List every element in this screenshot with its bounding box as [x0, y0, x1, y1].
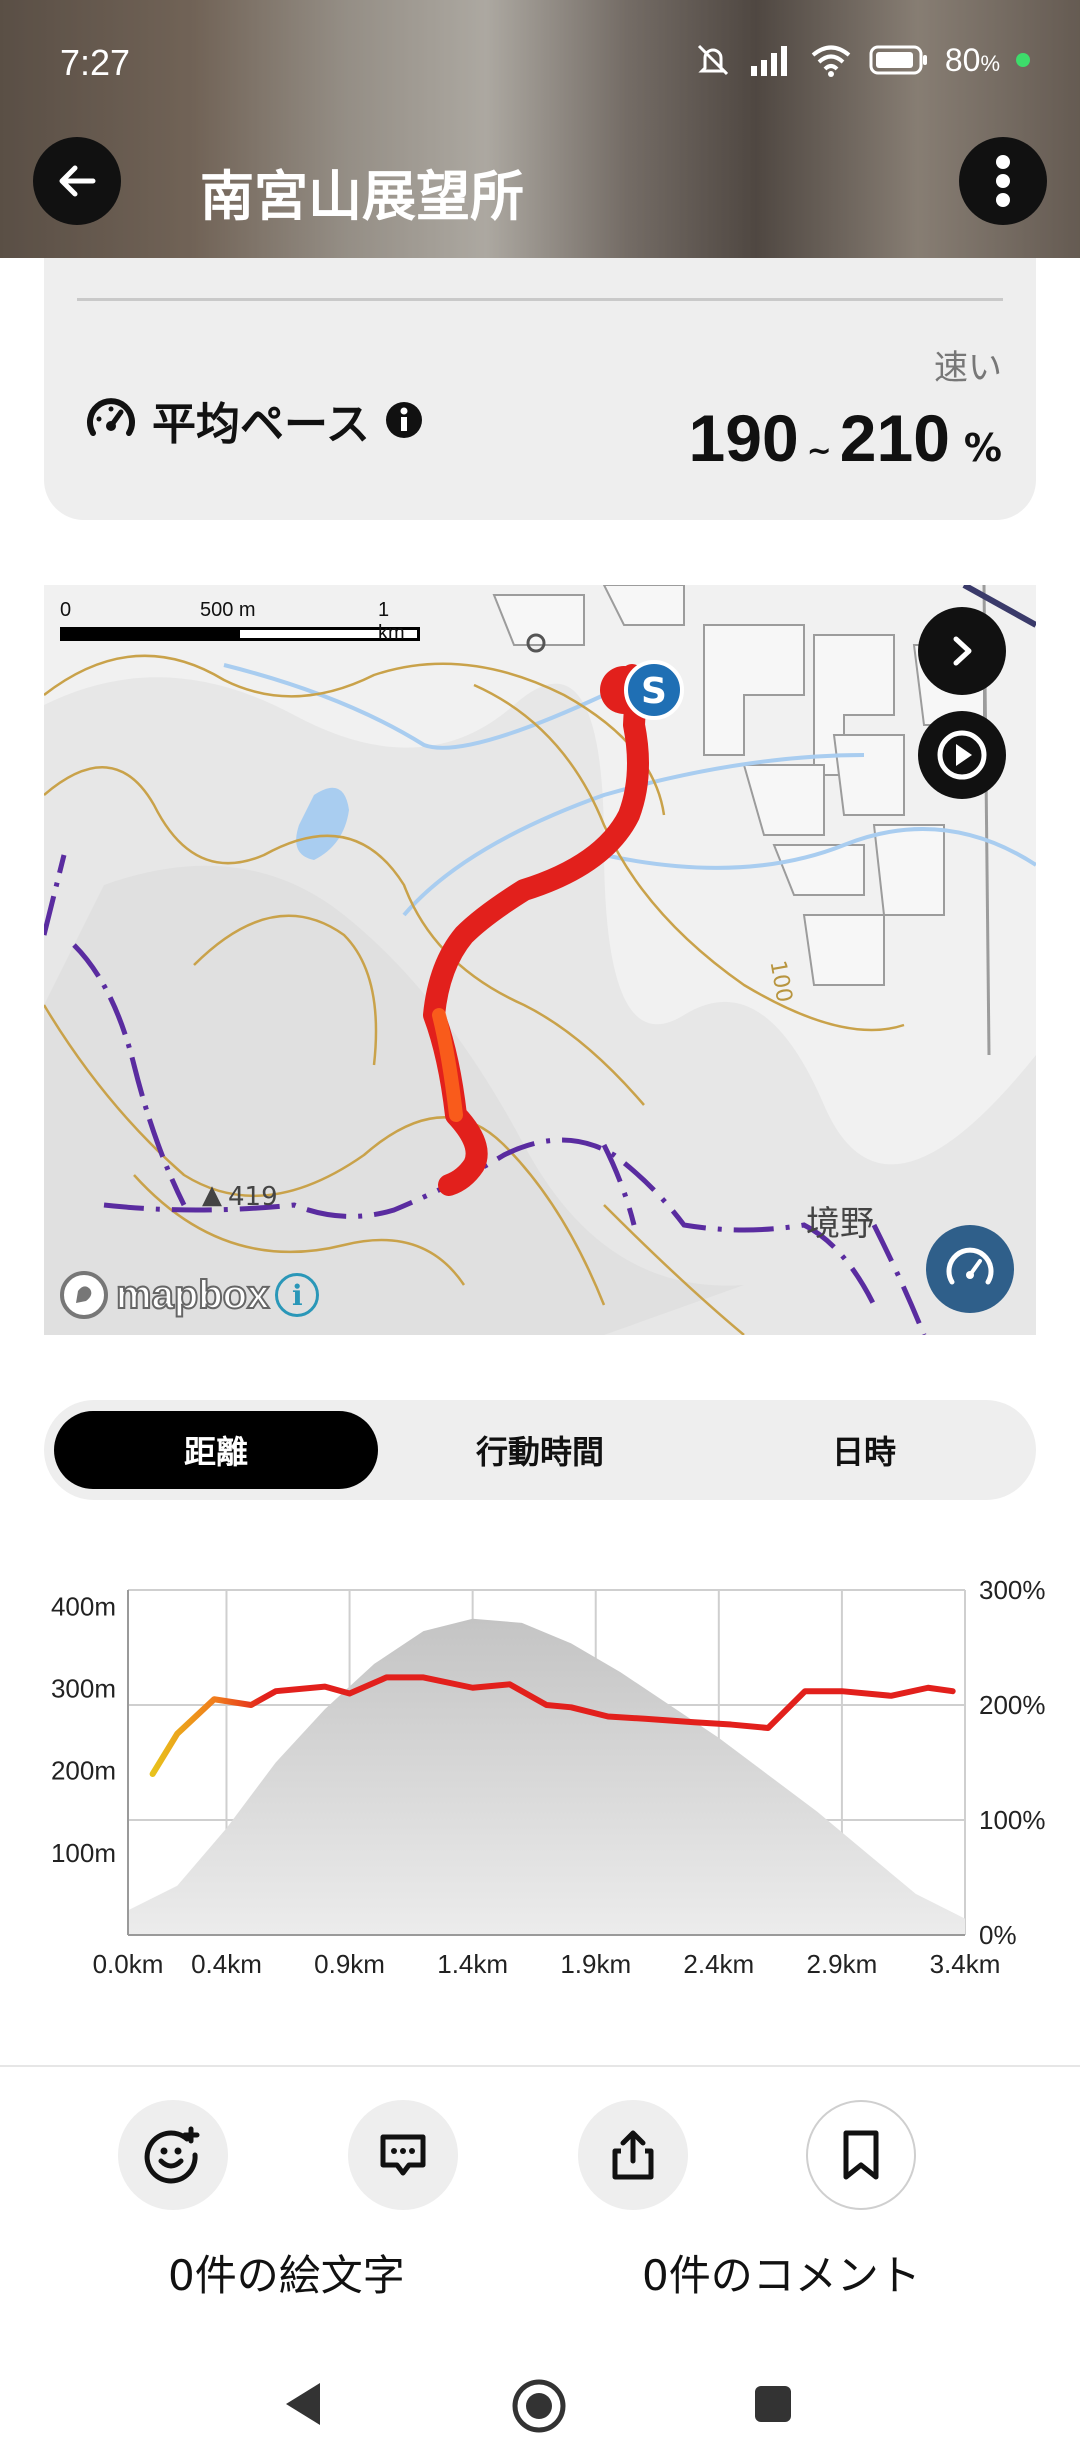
pace-speed-label: 速い	[934, 348, 1002, 388]
average-pace-label: 平均ペース	[152, 399, 370, 450]
play-icon	[937, 730, 987, 780]
x-tick-label: 0.0km	[93, 1949, 164, 1979]
elevation-mark: ▲	[202, 1180, 222, 1210]
comment-count[interactable]: 0件のコメント	[642, 2242, 921, 2303]
bottom-action-panel: 0件の絵文字 0件のコメント	[0, 2065, 1080, 2460]
x-tick-label: 2.4km	[683, 1949, 754, 1979]
y-left-tick-label: 100m	[51, 1838, 116, 1868]
more-vertical-icon	[996, 155, 1010, 207]
privacy-indicator-dot	[1016, 53, 1030, 67]
nav-back-icon[interactable]	[280, 2379, 326, 2429]
comment-button[interactable]	[348, 2100, 458, 2210]
share-icon	[612, 2130, 654, 2180]
mapbox-attribution[interactable]: mapbox i	[58, 1269, 320, 1321]
more-options-button[interactable]	[959, 137, 1047, 225]
x-tick-label: 3.4km	[930, 1949, 1001, 1979]
elevation-label: 419	[228, 1182, 278, 1212]
share-button[interactable]	[578, 2100, 688, 2210]
tab-activity-time[interactable]: 行動時間	[378, 1411, 702, 1489]
scale-end-label: 1 km	[378, 599, 405, 644]
wifi-icon	[811, 45, 851, 77]
x-tick-label: 1.4km	[437, 1949, 508, 1979]
x-tick-label: 1.9km	[560, 1949, 631, 1979]
signal-icon	[750, 46, 787, 76]
tab-datetime[interactable]: 日時	[702, 1411, 1026, 1489]
x-tick-label: 0.9km	[314, 1949, 385, 1979]
divider	[77, 298, 1003, 301]
nav-home-icon[interactable]	[510, 2377, 568, 2435]
scale-start-label: 0	[60, 599, 72, 621]
emoji-add-icon	[144, 2126, 200, 2184]
elevation-area	[128, 1618, 965, 1935]
status-icons: 80%	[693, 40, 1030, 80]
y-left-tick-label: 300m	[51, 1674, 116, 1704]
speedometer-icon	[946, 1247, 994, 1285]
back-button[interactable]	[33, 137, 121, 225]
elevation-pace-chart: 0.0km 0.4km 0.9km 1.4km 1.9km 2.4km 2.9km 3.4km…	[0, 1540, 1080, 2000]
status-bar: 7:27 80%	[0, 0, 1080, 130]
start-marker-label: S	[641, 671, 667, 712]
chevron-right-icon	[953, 636, 972, 666]
map-info-button[interactable]: i	[275, 1273, 320, 1317]
mute-icon	[697, 44, 728, 76]
pace-range-high: 210	[839, 401, 950, 475]
bookmark-button[interactable]	[806, 2100, 916, 2210]
y-right-tick-label: 300%	[979, 1575, 1046, 1605]
play-button[interactable]	[918, 711, 1006, 799]
info-icon[interactable]	[384, 400, 424, 440]
pace-map-button[interactable]	[926, 1225, 1014, 1313]
y-right-tick-label: 100%	[979, 1805, 1046, 1835]
bookmark-icon	[843, 2130, 879, 2180]
pace-card: 平均ペース 速い 190 ~ 210 %	[44, 258, 1036, 520]
average-pace-row: 平均ペース	[84, 388, 424, 452]
system-navigation-bar	[0, 2357, 1080, 2460]
place-label: 境野	[806, 1204, 874, 1244]
map-scale: 0 500 m 1 km	[60, 599, 420, 644]
mapbox-wordmark: mapbox	[115, 1272, 270, 1318]
speedometer-icon	[87, 398, 135, 436]
route-map[interactable]: 100 ▲ 419 境野 S 0 500 m 1 km mapbox i	[44, 585, 1036, 1335]
x-tick-label: 2.9km	[807, 1949, 878, 1979]
tab-distance[interactable]: 距離	[54, 1411, 378, 1489]
arrow-left-icon	[59, 165, 96, 197]
nav-recents-icon[interactable]	[752, 2383, 794, 2425]
y-left-tick-label: 200m	[51, 1756, 116, 1786]
y-right-tick-label: 0%	[979, 1920, 1017, 1950]
scale-mid-label: 500 m	[200, 599, 256, 621]
page-title: 南宮山展望所	[200, 165, 524, 228]
chart-svg: 0.0km 0.4km 0.9km 1.4km 1.9km 2.4km 2.9km 3.4km…	[51, 1575, 1046, 1979]
map-canvas[interactable]: 100 ▲ 419 境野 S	[44, 585, 1036, 1335]
x-tick-label: 0.4km	[191, 1949, 262, 1979]
next-button[interactable]	[918, 607, 1006, 695]
emoji-count[interactable]: 0件の絵文字	[168, 2242, 405, 2303]
pace-unit: %	[963, 426, 1002, 470]
pace-range: 190 ~ 210 %	[689, 400, 1002, 476]
y-right-tick-label: 200%	[979, 1690, 1046, 1720]
battery-icon	[869, 45, 927, 75]
status-time: 7:27	[60, 42, 131, 83]
pace-range-separator: ~	[806, 434, 832, 469]
battery-level: 80%	[944, 41, 1000, 78]
scale-bar	[60, 627, 420, 641]
add-emoji-button[interactable]	[118, 2100, 228, 2210]
chart-axis-tabs: 距離 行動時間 日時	[44, 1400, 1036, 1500]
comment-icon	[380, 2134, 426, 2176]
app-screen: 7:27 80% 南宮山展望所 平均ペース 速い 190 ~ 210 % 100…	[0, 0, 1080, 2460]
y-left-tick-label: 400m	[51, 1591, 116, 1621]
pace-range-low: 190	[688, 401, 799, 475]
mapbox-logo-icon	[60, 1271, 108, 1319]
